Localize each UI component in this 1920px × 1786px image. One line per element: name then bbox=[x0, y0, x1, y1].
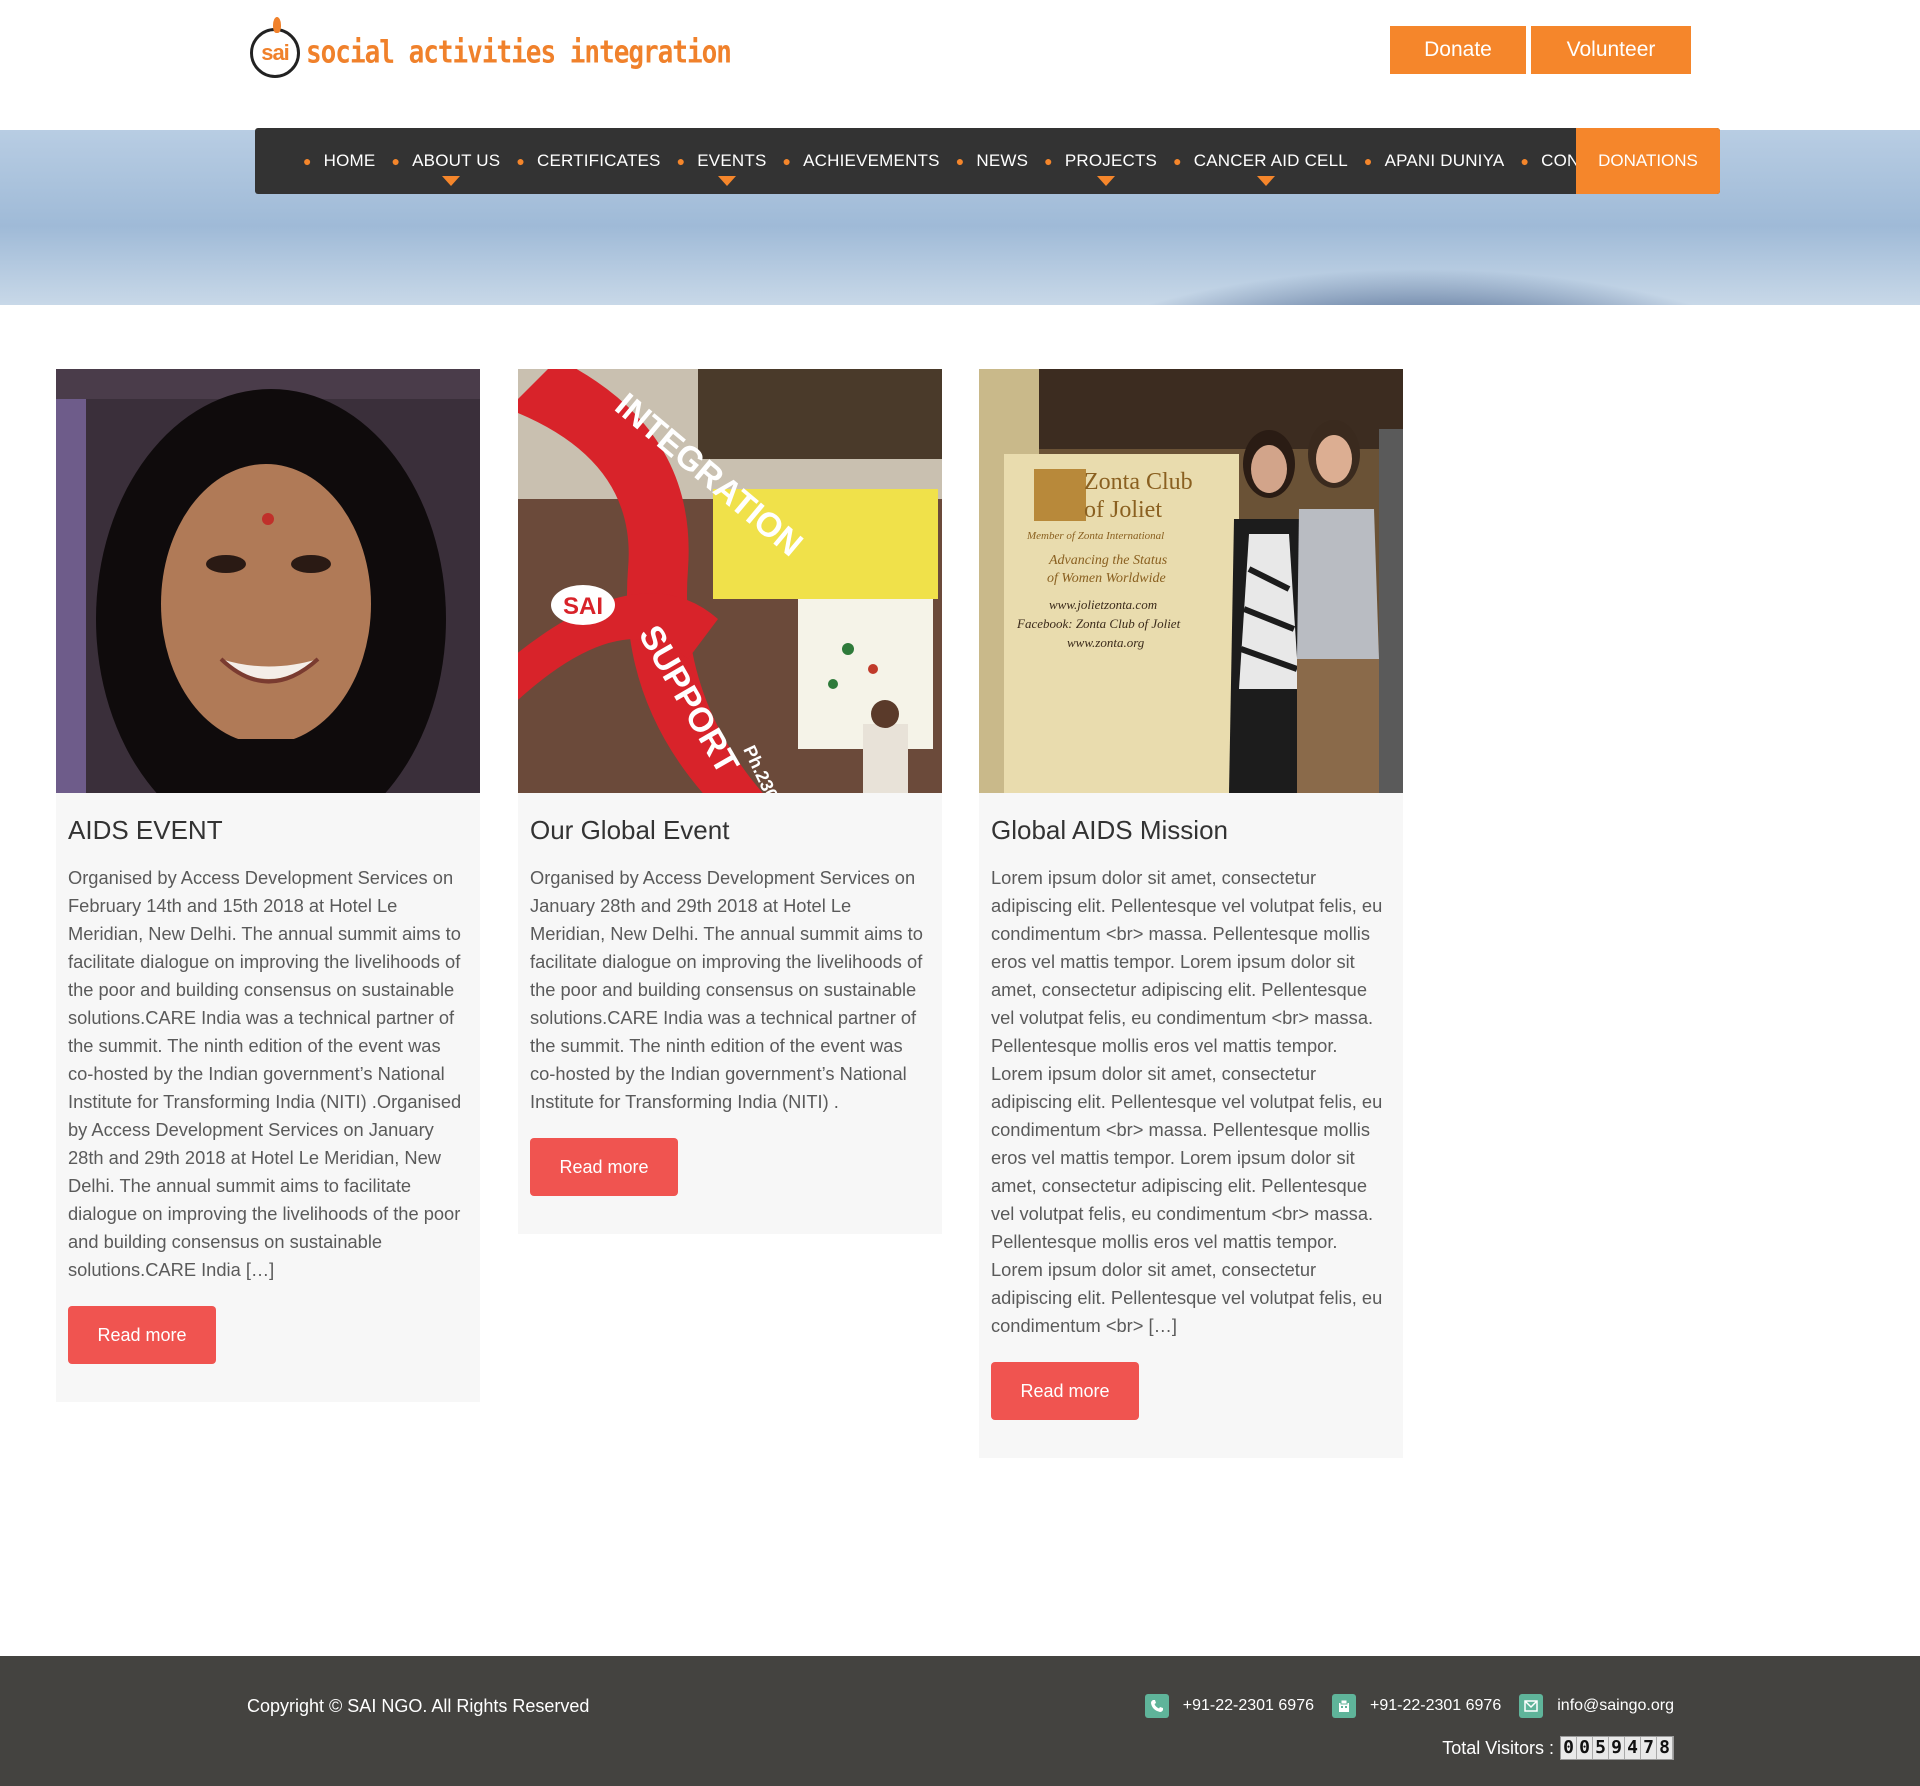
logo-letters: sai bbox=[261, 40, 290, 65]
bullet-icon: ● bbox=[1173, 153, 1182, 169]
counter-digit: 9 bbox=[1609, 1737, 1625, 1759]
logo-text: social activities integration bbox=[306, 35, 732, 71]
nav-item-home[interactable]: ● HOME bbox=[303, 128, 375, 194]
footer-contacts: +91-22-2301 6976 +91-22-2301 6976 info@s… bbox=[1127, 1694, 1674, 1718]
bullet-icon: ● bbox=[1044, 153, 1053, 169]
bullet-icon: ● bbox=[516, 153, 525, 169]
nav-item-certificates[interactable]: ● CERTIFICATES bbox=[516, 128, 660, 194]
bullet-icon: ● bbox=[676, 153, 686, 169]
nav-item-label: APANI DUNIYA bbox=[1384, 151, 1505, 170]
card-title[interactable]: Global AIDS Mission bbox=[991, 815, 1391, 846]
bullet-icon: ● bbox=[955, 153, 965, 169]
bullet-icon: ● bbox=[391, 153, 401, 169]
nav-item-about-us[interactable]: ● ABOUT US bbox=[391, 128, 500, 194]
flame-icon bbox=[273, 17, 281, 33]
nav-item-achievements[interactable]: ● ACHIEVEMENTS bbox=[782, 128, 939, 194]
event-card: INTEGRATION SUPPORT SAI Ph.2301687 Our G… bbox=[518, 369, 942, 1234]
logo-mark: sai bbox=[250, 17, 300, 78]
nav-item-label: PROJECTS bbox=[1064, 151, 1158, 170]
footer-phone[interactable]: +91-22-2301 6976 bbox=[1144, 1694, 1314, 1718]
card-excerpt: Lorem ipsum dolor sit amet, consectetur … bbox=[991, 867, 1383, 1336]
nav-item-label: ABOUT US bbox=[412, 151, 501, 170]
email-address: info@saingo.org bbox=[1557, 1697, 1674, 1714]
nav-item-projects[interactable]: ● PROJECTS bbox=[1044, 128, 1157, 194]
bullet-icon: ● bbox=[1520, 153, 1530, 169]
nav-item-label: CANCER AID CELL bbox=[1193, 151, 1348, 170]
site-footer: Copyright © SAI NGO. All Rights Reserved… bbox=[0, 1656, 1920, 1786]
event-card: AIDS EVENT Organised by Access Developme… bbox=[56, 369, 480, 1402]
counter-digit: 8 bbox=[1657, 1737, 1673, 1759]
dropdown-arrow-icon bbox=[1256, 176, 1275, 186]
event-card: Zonta Club of Joliet Member of Zonta Int… bbox=[979, 369, 1403, 1458]
dropdown-arrow-icon bbox=[441, 176, 460, 186]
site-logo[interactable]: sai social activities integration bbox=[250, 17, 732, 78]
card-image-portrait[interactable] bbox=[56, 369, 480, 793]
nav-item-apani-duniya[interactable]: ● APANI DUNIYA bbox=[1364, 128, 1505, 194]
dropdown-arrow-icon bbox=[1096, 176, 1115, 186]
bullet-icon: ● bbox=[303, 153, 312, 169]
counter-digit: 0 bbox=[1577, 1737, 1593, 1759]
nav-item-news[interactable]: ● NEWS bbox=[956, 128, 1028, 194]
fax-icon bbox=[1332, 1694, 1356, 1718]
banner-tagline-2: of Women Worldwide bbox=[1047, 571, 1166, 586]
card-title[interactable]: AIDS EVENT bbox=[68, 815, 468, 846]
nav-item-label: NEWS bbox=[976, 151, 1029, 170]
bullet-icon: ● bbox=[782, 153, 792, 169]
nav-item-label: ACHIEVEMENTS bbox=[803, 151, 940, 170]
card-image-zonta[interactable]: Zonta Club of Joliet Member of Zonta Int… bbox=[979, 369, 1403, 793]
email-icon bbox=[1519, 1694, 1544, 1718]
card-title[interactable]: Our Global Event bbox=[530, 815, 930, 846]
read-more-button[interactable]: Read more bbox=[991, 1362, 1139, 1420]
banner-url-2: www.zonta.org bbox=[1067, 635, 1145, 650]
nav-item-label: CERTIFICATES bbox=[536, 151, 661, 170]
card-excerpt: Organised by Access Development Services… bbox=[530, 867, 923, 1112]
copyright-text: Copyright © SAI NGO. All Rights Reserved bbox=[247, 1696, 590, 1716]
nav-item-label: HOME bbox=[323, 151, 376, 170]
counter-digit: 7 bbox=[1641, 1737, 1657, 1759]
banner-tagline-1: Advancing the Status bbox=[1048, 553, 1168, 568]
nav-item-donations[interactable]: DONATIONS bbox=[1576, 128, 1720, 194]
read-more-button[interactable]: Read more bbox=[530, 1138, 678, 1196]
banner-title-1: Zonta Club bbox=[1084, 469, 1193, 495]
footer-email[interactable]: info@saingo.org bbox=[1519, 1694, 1674, 1718]
main-navigation: ● HOME ● ABOUT US ● CERTIFICATES ● EVENTS ● A… bbox=[255, 128, 1720, 194]
ribbon-logo-text: SAI bbox=[563, 593, 603, 620]
counter-digit: 5 bbox=[1593, 1737, 1609, 1759]
read-more-button[interactable]: Read more bbox=[68, 1306, 216, 1364]
counter-digits: 0 0 5 9 4 7 8 bbox=[1560, 1736, 1674, 1760]
card-image-ribbon[interactable]: INTEGRATION SUPPORT SAI Ph.2301687 bbox=[518, 369, 942, 793]
phone-number: +91-22-2301 6976 bbox=[1182, 1697, 1314, 1714]
donate-button[interactable]: Donate bbox=[1390, 26, 1526, 74]
banner-member-text: Member of Zonta International bbox=[1026, 530, 1164, 542]
visitor-counter: Total Visitors : 0 0 5 9 4 7 8 bbox=[1442, 1736, 1674, 1760]
counter-digit: 0 bbox=[1561, 1737, 1577, 1759]
dropdown-arrow-icon bbox=[717, 176, 736, 186]
banner-url-1: www.jolietzonta.com bbox=[1049, 597, 1157, 612]
header-buttons: Donate Volunteer bbox=[1390, 26, 1691, 74]
footer-fax[interactable]: +91-22-2301 6976 bbox=[1332, 1694, 1501, 1718]
nav-item-label: EVENTS bbox=[697, 151, 767, 170]
phone-icon bbox=[1144, 1694, 1169, 1718]
fax-number: +91-22-2301 6976 bbox=[1370, 1697, 1502, 1714]
visitors-label: Total Visitors : bbox=[1442, 1737, 1554, 1758]
banner-title-2: of Joliet bbox=[1084, 497, 1162, 523]
bullet-icon: ● bbox=[1363, 153, 1373, 169]
nav-item-cancer-aid-cell[interactable]: ● CANCER AID CELL bbox=[1173, 128, 1348, 194]
counter-digit: 4 bbox=[1625, 1737, 1641, 1759]
volunteer-button[interactable]: Volunteer bbox=[1531, 26, 1691, 74]
banner-facebook: Facebook: Zonta Club of Joliet bbox=[1016, 616, 1181, 631]
card-excerpt: Organised by Access Development Services… bbox=[68, 867, 462, 1280]
nav-item-events[interactable]: ● EVENTS bbox=[677, 128, 767, 194]
